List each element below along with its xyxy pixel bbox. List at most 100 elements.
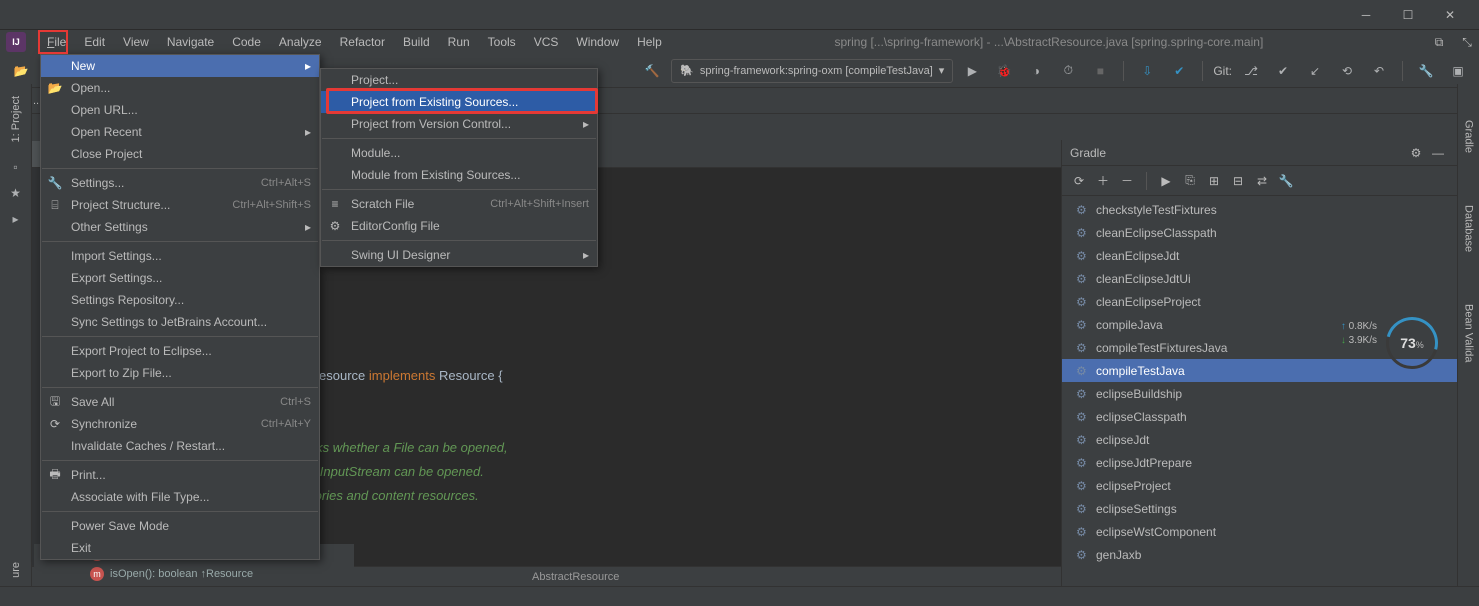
find-action-button[interactable]: ▣ [1445, 58, 1471, 84]
git-commit-button[interactable]: ✔ [1270, 58, 1296, 84]
gradle-task-row[interactable]: ⚙eclipseSettings [1062, 497, 1457, 520]
coverage-button[interactable]: ◑ [1023, 58, 1049, 84]
stop-button[interactable]: ■ [1087, 58, 1113, 84]
remove-icon[interactable]: － [1116, 170, 1138, 192]
gradle-tool-tab[interactable]: Gradle [1461, 114, 1477, 159]
gradle-task-row[interactable]: ⚙eclipseProject [1062, 474, 1457, 497]
new-editorconfig[interactable]: ⚙EditorConfig File [321, 215, 597, 237]
git-branch-button[interactable]: ⎇ [1238, 58, 1264, 84]
file-open[interactable]: 📂Open... [41, 77, 319, 99]
refresh-icon[interactable]: ⟳ [1068, 170, 1090, 192]
new-module-from-existing-sources[interactable]: Module from Existing Sources... [321, 164, 597, 186]
new-project[interactable]: Project... [321, 69, 597, 91]
file-export-zip[interactable]: Export to Zip File... [41, 362, 319, 384]
minimize-button[interactable]: ─ [1345, 1, 1387, 29]
performance-widget[interactable]: 73% [1383, 314, 1441, 372]
gradle-task-row[interactable]: ⚙eclipseWstComponent [1062, 520, 1457, 543]
file-new[interactable]: New▸ [41, 55, 319, 77]
file-export-settings[interactable]: Export Settings... [41, 267, 319, 289]
menu-edit[interactable]: Edit [75, 32, 114, 52]
maximize-button[interactable]: ☐ [1387, 1, 1429, 29]
file-other-settings[interactable]: Other Settings▸ [41, 216, 319, 238]
build-button[interactable]: 🔨 [639, 58, 665, 84]
commit-tool-icon[interactable]: ▸ [7, 210, 25, 228]
git-pull-button[interactable]: ↙ [1302, 58, 1328, 84]
gradle-task-row[interactable]: ⚙eclipseJdt [1062, 428, 1457, 451]
file-associate[interactable]: Associate with File Type... [41, 486, 319, 508]
bookmarks-icon[interactable]: ★ [7, 184, 25, 202]
structure-method-row[interactable]: misOpen(): boolean ↑Resource [34, 564, 354, 584]
gradle-task-row[interactable]: ⚙cleanEclipseProject [1062, 290, 1457, 313]
gradle-task-row[interactable]: ⚙eclipseClasspath [1062, 405, 1457, 428]
bean-validation-tool-tab[interactable]: Bean Valida [1461, 298, 1477, 369]
run-task-icon[interactable]: ▶ [1155, 170, 1177, 192]
open-file-button[interactable]: 📂 [8, 58, 34, 84]
project-tool-tab[interactable]: 1: Project [8, 88, 24, 150]
gradle-task-row[interactable]: ⚙genJaxb [1062, 543, 1457, 566]
file-exit[interactable]: Exit [41, 537, 319, 559]
run-button[interactable]: ▶ [959, 58, 985, 84]
gradle-task-row[interactable]: ⚙eclipseJdtPrepare [1062, 451, 1457, 474]
file-settings[interactable]: 🔧Settings...Ctrl+Alt+S [41, 172, 319, 194]
new-project-from-version-control[interactable]: Project from Version Control...▸ [321, 113, 597, 135]
run-configuration-dropdown[interactable]: 🐘 spring-framework:spring-oxm [compileTe… [671, 59, 953, 83]
close-window-button[interactable]: ✕ [1429, 1, 1471, 29]
menu-navigate[interactable]: Navigate [158, 32, 223, 52]
menu-file[interactable]: File [38, 32, 75, 52]
menu-view[interactable]: View [114, 32, 158, 52]
file-power-save[interactable]: Power Save Mode [41, 515, 319, 537]
gradle-task-row[interactable]: ⚙cleanEclipseClasspath [1062, 221, 1457, 244]
gradle-task-row[interactable]: ⚙eclipseBuildship [1062, 382, 1457, 405]
file-close-project[interactable]: Close Project [41, 143, 319, 165]
git-history-button[interactable]: ⟲ [1334, 58, 1360, 84]
menu-window[interactable]: Window [567, 32, 628, 52]
new-scratch-file[interactable]: ≡Scratch FileCtrl+Alt+Shift+Insert [321, 193, 597, 215]
file-sync-jetbrains[interactable]: Sync Settings to JetBrains Account... [41, 311, 319, 333]
file-invalidate-caches[interactable]: Invalidate Caches / Restart... [41, 435, 319, 457]
attach-icon[interactable]: ⎘ [1179, 170, 1201, 192]
hide-panel-icon[interactable]: — [1427, 142, 1449, 164]
file-open-recent[interactable]: Open Recent▸ [41, 121, 319, 143]
file-export-eclipse[interactable]: Export Project to Eclipse... [41, 340, 319, 362]
gear-icon[interactable]: ⚙ [1405, 142, 1427, 164]
gradle-task-row[interactable]: ⚙checkstyleTestFixtures [1062, 198, 1457, 221]
file-project-structure[interactable]: ⌸Project Structure...Ctrl+Alt+Shift+S [41, 194, 319, 216]
vcs-commit-button[interactable]: ✔ [1166, 58, 1192, 84]
notifications-icon[interactable]: ▫ [7, 158, 25, 176]
new-project-from-existing-sources[interactable]: Project from Existing Sources... [321, 91, 597, 113]
menu-vcs[interactable]: VCS [525, 32, 568, 52]
debug-button[interactable]: 🐞 [991, 58, 1017, 84]
profile-button[interactable]: ⏱ [1055, 58, 1081, 84]
expand-all-icon[interactable]: ⊞ [1203, 170, 1225, 192]
file-open-url[interactable]: Open URL... [41, 99, 319, 121]
settings-button[interactable]: 🔧 [1413, 58, 1439, 84]
menu-analyze[interactable]: Analyze [270, 32, 331, 52]
menu-code[interactable]: Code [223, 32, 270, 52]
new-swing-ui-designer[interactable]: Swing UI Designer▸ [321, 244, 597, 266]
database-tool-tab[interactable]: Database [1461, 199, 1477, 258]
menu-help[interactable]: Help [628, 32, 671, 52]
file-import-settings[interactable]: Import Settings... [41, 245, 319, 267]
vcs-update-button[interactable]: ⇩ [1134, 58, 1160, 84]
add-icon[interactable]: ＋ [1092, 170, 1114, 192]
collapse-all-icon[interactable]: ⊟ [1227, 170, 1249, 192]
menu-refactor[interactable]: Refactor [331, 32, 394, 52]
git-revert-button[interactable]: ↶ [1366, 58, 1392, 84]
show-options-icon[interactable]: ⇄ [1251, 170, 1273, 192]
new-module[interactable]: Module... [321, 142, 597, 164]
gradle-task-tree[interactable]: ⚙checkstyleTestFixtures⚙cleanEclipseClas… [1062, 196, 1457, 586]
file-print[interactable]: 🖶Print... [41, 464, 319, 486]
menu-run[interactable]: Run [439, 32, 479, 52]
wrench-icon[interactable]: 🔧 [1275, 170, 1297, 192]
fullscreen-icon[interactable]: ⤡ [1455, 30, 1479, 54]
gradle-task-row[interactable]: ⚙cleanEclipseJdtUi [1062, 267, 1457, 290]
tab-restore-icon[interactable]: ⧉ [1427, 30, 1451, 54]
file-save-all[interactable]: 🖫Save AllCtrl+S [41, 391, 319, 413]
gradle-task-row[interactable]: ⚙cleanEclipseJdt [1062, 244, 1457, 267]
menu-build[interactable]: Build [394, 32, 439, 52]
menu-bar: IJ File Edit View Navigate Code Analyze … [0, 30, 1479, 54]
menu-tools[interactable]: Tools [479, 32, 525, 52]
file-settings-repository[interactable]: Settings Repository... [41, 289, 319, 311]
structure-tool-tab[interactable]: ure [8, 554, 24, 586]
file-synchronize[interactable]: ⟳SynchronizeCtrl+Alt+Y [41, 413, 319, 435]
